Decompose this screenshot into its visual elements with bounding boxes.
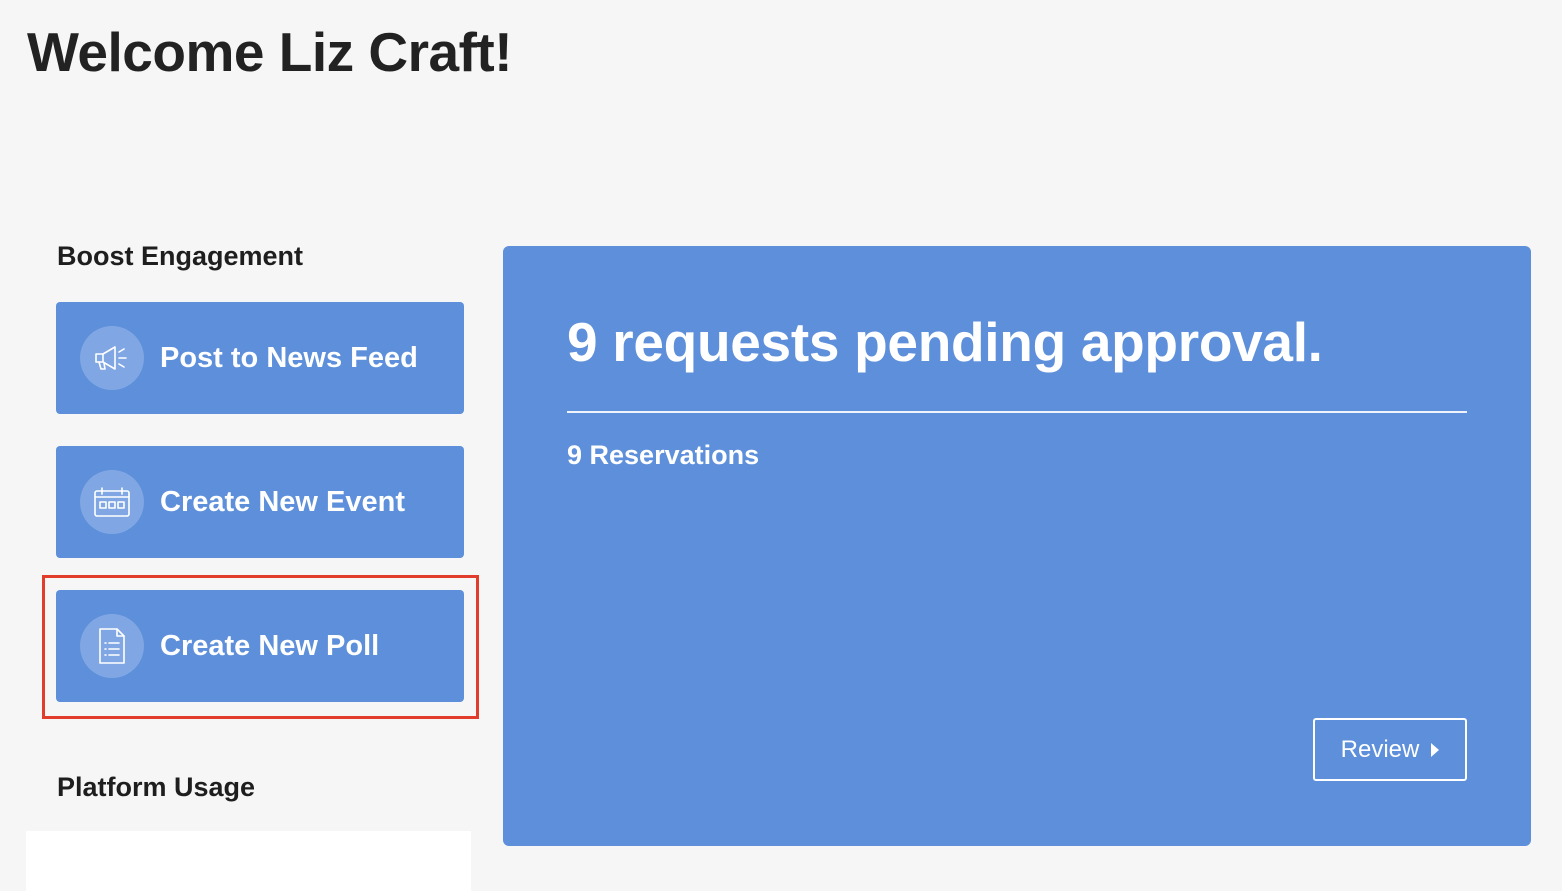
- pending-requests-title: 9 requests pending approval.: [567, 311, 1323, 373]
- card-divider: [567, 411, 1467, 413]
- reservations-count: 9 Reservations: [567, 440, 760, 470]
- create-new-event-button[interactable]: Create New Event: [56, 446, 464, 558]
- review-button-label: Review: [1340, 735, 1420, 763]
- poll-document-icon: [80, 614, 144, 678]
- calendar-icon: [80, 470, 144, 534]
- create-new-event-label: Create New Event: [160, 485, 405, 518]
- pending-approval-card: 9 requests pending approval. 9 Reservati…: [503, 246, 1531, 846]
- create-new-poll-button[interactable]: Create New Poll: [56, 590, 464, 702]
- megaphone-icon: [80, 326, 144, 390]
- chevron-right-icon: [1431, 742, 1440, 757]
- boost-engagement-heading: Boost Engagement: [57, 241, 304, 271]
- platform-usage-heading: Platform Usage: [57, 772, 256, 802]
- review-button[interactable]: Review: [1313, 718, 1467, 781]
- post-to-news-feed-label: Post to News Feed: [160, 341, 418, 374]
- welcome-heading: Welcome Liz Craft!: [27, 21, 513, 83]
- post-to-news-feed-button[interactable]: Post to News Feed: [56, 302, 464, 414]
- create-new-poll-label: Create New Poll: [160, 629, 380, 662]
- platform-usage-panel: [26, 831, 471, 891]
